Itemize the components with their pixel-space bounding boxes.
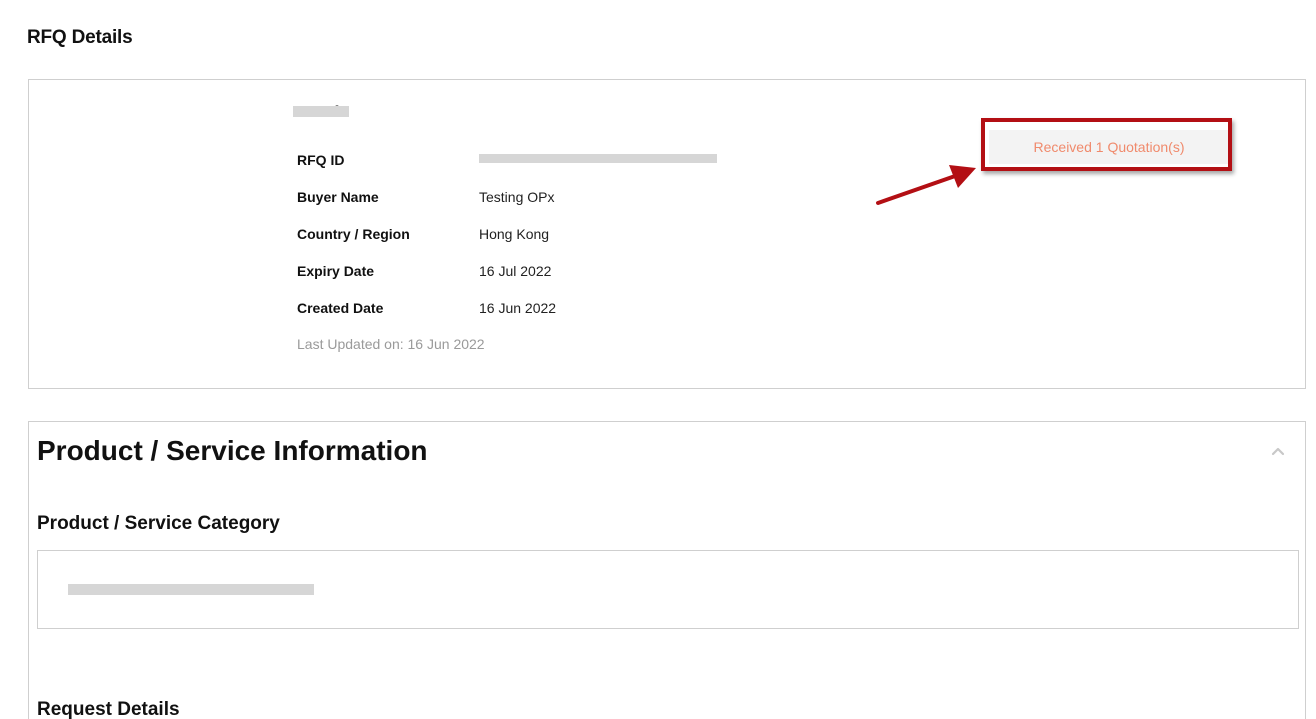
received-quotations-button[interactable]: Received 1 Quotation(s) bbox=[989, 130, 1229, 164]
redaction-bar bbox=[479, 154, 717, 163]
field-label: Buyer Name bbox=[297, 189, 379, 205]
field-label: RFQ ID bbox=[297, 152, 345, 168]
page-title: RFQ Details bbox=[27, 27, 133, 48]
last-updated-text: Last Updated on: 16 Jun 2022 bbox=[297, 336, 485, 352]
rfq-details-page: RFQ Details test 1 RFQ ID Buyer Name Tes… bbox=[0, 0, 1316, 719]
field-label: Country / Region bbox=[297, 226, 410, 242]
product-service-card: Product / Service Information Product / … bbox=[28, 421, 1306, 719]
redaction-bar bbox=[68, 584, 314, 595]
chevron-up-icon[interactable] bbox=[1269, 444, 1287, 458]
field-label: Created Date bbox=[297, 300, 384, 316]
redaction-bar bbox=[293, 106, 349, 117]
rfq-summary-card: test 1 RFQ ID Buyer Name Testing OPx Cou… bbox=[28, 79, 1306, 389]
field-value: Testing OPx bbox=[479, 189, 555, 205]
field-value: 16 Jun 2022 bbox=[479, 300, 557, 316]
category-box bbox=[37, 550, 1299, 629]
field-value: Hong Kong bbox=[479, 226, 550, 242]
section-title: Product / Service Information bbox=[37, 435, 428, 466]
field-value: 16 Jul 2022 bbox=[479, 263, 552, 279]
field-label: Expiry Date bbox=[297, 263, 375, 279]
category-heading: Product / Service Category bbox=[37, 513, 280, 534]
annotation-arrow-icon bbox=[876, 165, 976, 205]
request-details-heading: Request Details bbox=[37, 699, 180, 719]
